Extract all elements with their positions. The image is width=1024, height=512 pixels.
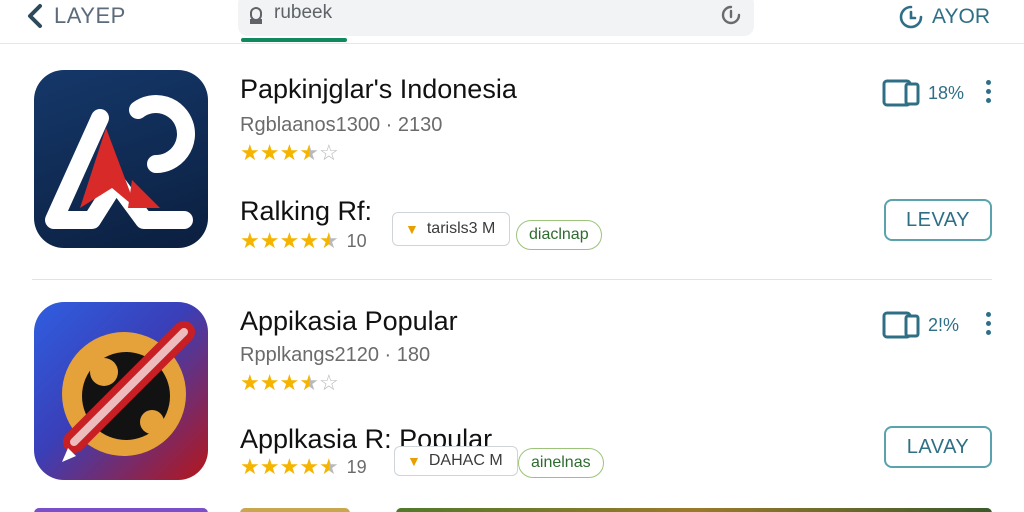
more-vertical-icon[interactable] [984, 80, 992, 106]
star-icon: ★ [259, 228, 280, 253]
tag-chip[interactable]: diaclnap [516, 220, 602, 250]
rating-count: 19 [346, 456, 367, 477]
app-icon[interactable] [34, 70, 208, 248]
device-compat: 18% [882, 78, 964, 108]
app-meta: Rgblaanos1300 · 2130 [240, 114, 443, 136]
search-tab-indicator [241, 38, 347, 42]
rating-count: 10 [346, 230, 367, 251]
install-button[interactable]: LAVAY [884, 426, 992, 468]
tag-chip[interactable]: ainelnas [518, 448, 604, 478]
star-half-icon: ★ [318, 228, 339, 253]
app-rating: ★ ★ ★ ★ ☆ [240, 142, 339, 164]
device-percent: 2!% [928, 314, 960, 335]
search-icon [250, 7, 262, 24]
right-nav-label: AYOR [932, 5, 990, 28]
download-icon: ▼ [405, 221, 419, 237]
size-label: tarisls3 M [426, 220, 496, 237]
search-bar[interactable]: rubeek [238, 0, 754, 36]
star-empty-icon: ☆ [318, 140, 339, 165]
thumbnail-partial [240, 508, 350, 512]
mic-icon[interactable] [720, 4, 742, 26]
back-label: LAYEP [54, 3, 126, 28]
star-half-icon: ★ [318, 454, 339, 479]
star-icon: ★ [299, 228, 319, 253]
app-name[interactable]: Appikasia Popular [240, 306, 458, 337]
star-icon: ★ [279, 140, 300, 165]
app-icon-partial[interactable] [34, 508, 208, 512]
star-icon: ★ [240, 454, 260, 479]
chevron-left-icon [28, 4, 42, 28]
star-half-icon: ★ [299, 140, 319, 165]
search-input[interactable]: rubeek [274, 2, 332, 24]
size-label: DAHAC M [428, 452, 503, 469]
star-empty-icon: ☆ [318, 370, 339, 395]
app-subtitle: Ralking Rf: [240, 196, 373, 226]
device-compat: 2!% [882, 310, 959, 340]
clock-icon [899, 5, 923, 29]
more-vertical-icon[interactable] [984, 312, 992, 338]
app-logo-icon [45, 95, 195, 229]
star-icon: ★ [279, 370, 300, 395]
star-icon: ★ [240, 228, 260, 253]
app-meta: Rpplkangs2120 · 180 [240, 344, 431, 366]
download-icon: ▼ [407, 453, 421, 469]
device-icon [882, 79, 920, 107]
app-rating: ★ ★ ★ ★ ☆ [240, 372, 339, 394]
divider [32, 279, 992, 280]
star-icon: ★ [279, 228, 300, 253]
sub-rating: ★ ★ ★ ★ ★ 19 [240, 456, 367, 478]
app-name[interactable]: Papkinjglar's Indonesia [240, 74, 517, 105]
top-bar: LAYEP rubeek AYOR [0, 0, 1024, 44]
star-icon: ★ [259, 454, 280, 479]
right-nav-button[interactable]: AYOR [898, 4, 990, 30]
back-button[interactable]: LAYEP [26, 2, 126, 30]
banner-partial [396, 508, 992, 512]
app-icon[interactable] [34, 302, 208, 480]
star-half-icon: ★ [299, 370, 319, 395]
star-icon: ★ [259, 370, 280, 395]
size-chip[interactable]: ▼ tarisls3 M [392, 212, 511, 246]
sub-rating: ★ ★ ★ ★ ★ 10 [240, 230, 367, 252]
star-icon: ★ [240, 370, 260, 395]
star-icon: ★ [259, 140, 280, 165]
tag-label: diaclnap [529, 226, 589, 243]
size-chip[interactable]: ▼ DAHAC M [394, 446, 518, 476]
install-button[interactable]: LEVAY [884, 199, 992, 241]
star-icon: ★ [299, 454, 319, 479]
star-icon: ★ [240, 140, 260, 165]
app-logo-icon [62, 321, 195, 462]
device-percent: 18% [928, 82, 965, 103]
device-icon [882, 311, 920, 339]
tag-label: ainelnas [531, 454, 591, 471]
app-list-item[interactable]: Appikasia Popular Rpplkangs2120 · 180 ★ … [0, 292, 1024, 512]
app-list-item[interactable]: Papkinjglar's Indonesia Rgblaanos1300 · … [0, 58, 1024, 286]
star-icon: ★ [279, 454, 300, 479]
